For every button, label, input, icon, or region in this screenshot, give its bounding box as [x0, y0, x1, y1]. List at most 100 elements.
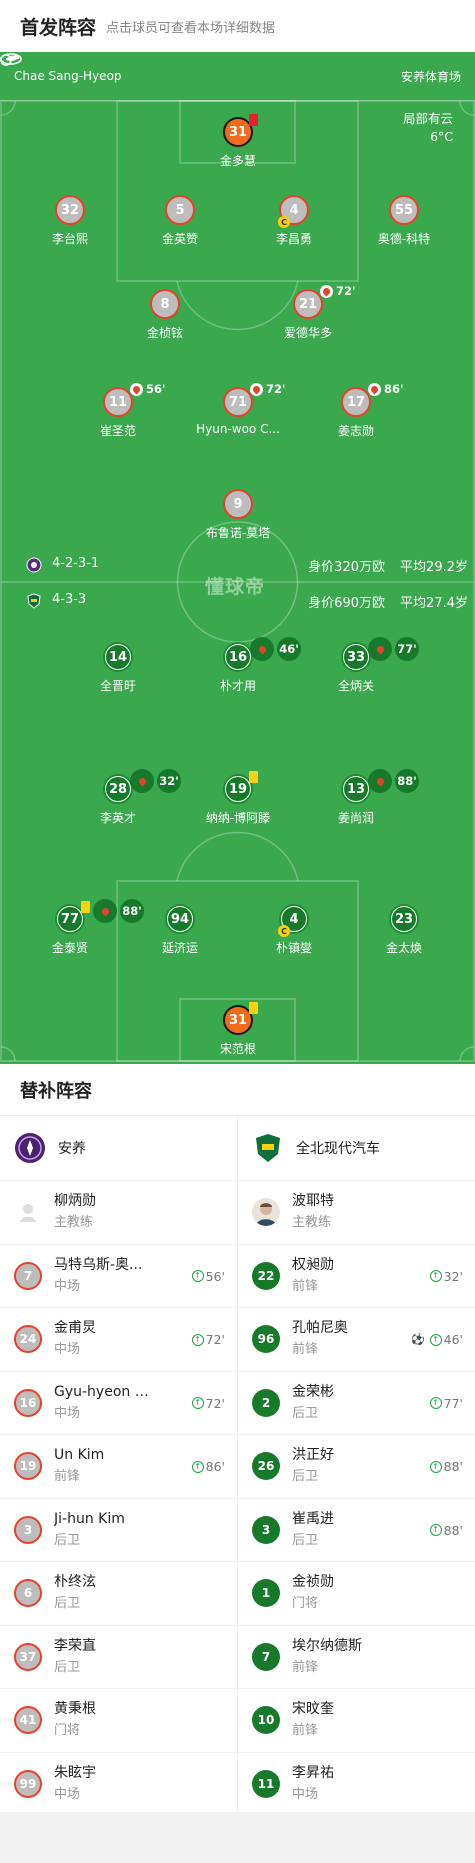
away-sub-row[interactable]: 1 金祯勋 门将	[238, 1561, 475, 1625]
player-number-circle: 17 86'	[341, 382, 404, 417]
player-name: 金英赞	[161, 232, 198, 246]
away-sub-row[interactable]: 7 埃尔纳德斯 前锋	[238, 1624, 475, 1689]
home-sub-row[interactable]: 7 马特乌斯-奥... 中场 ↑ 56'	[0, 1243, 237, 1308]
away-team-logo-icon	[256, 1134, 280, 1162]
away-player[interactable]: 31 宋范根	[183, 1002, 293, 1057]
sub-name: 金甫炅	[54, 1320, 96, 1337]
sub-number-circle: 3	[14, 1515, 42, 1544]
home-sub-row[interactable]: 99 朱眩宇 中场	[0, 1751, 237, 1816]
player-number-circle: 32	[55, 195, 85, 225]
away-player[interactable]: 28 32' 李英才	[63, 769, 181, 826]
player-number-circle: 94	[165, 904, 195, 934]
away-player[interactable]: 94 延济运	[125, 904, 235, 956]
sub-position: 中场	[54, 1342, 81, 1358]
sub-name: Ji-hun Kim	[54, 1510, 125, 1527]
home-sub-row[interactable]: 24 金甫炅 中场 ↑ 72'	[0, 1307, 237, 1371]
player-name: 金桢铉	[146, 326, 183, 340]
sub-out-icon	[250, 637, 274, 661]
home-player[interactable]: 32 李台熙	[15, 195, 125, 247]
away-sub-row[interactable]: 2 金荣彬 后卫 ↑ 77'	[238, 1370, 475, 1435]
away-player[interactable]: 16 46' 朴才用	[183, 637, 301, 694]
home-formation: 4-2-3-1	[52, 556, 100, 571]
home-sub-row[interactable]: 41 黄秉根 门将	[0, 1688, 237, 1752]
weather-info: 局部有云 6°C	[403, 110, 453, 146]
sub-number: 2	[261, 1395, 271, 1410]
sub-in-minute: 32'	[443, 1268, 463, 1284]
away-player[interactable]: 33 77' 全炳关	[301, 637, 419, 694]
player-number: 4	[289, 202, 299, 218]
sub-name: 黄秉根	[54, 1701, 96, 1718]
sub-position: 前锋	[292, 1723, 319, 1739]
player-number: 8	[160, 296, 170, 312]
player-number-circle: 77 88'	[55, 899, 144, 934]
home-sub-row[interactable]: 3 Ji-hun Kim 后卫	[0, 1497, 237, 1562]
away-sub-row[interactable]: 10 宋旼奎 前锋	[238, 1688, 475, 1752]
sub-in-minute: 46'	[443, 1332, 463, 1347]
home-team-logo-icon	[15, 1133, 45, 1163]
away-player[interactable]: 4 C 朴镇燮	[239, 904, 349, 956]
sub-in-minute: 88'	[443, 1522, 463, 1538]
home-player[interactable]: 9 布鲁诺-莫塔	[183, 489, 293, 541]
substitution-marker: 86'	[368, 382, 404, 396]
player-name: 金泰贤	[51, 941, 88, 955]
away-sub-row[interactable]: 11 李昇祐 中场	[238, 1751, 475, 1816]
home-player[interactable]: 4 C 李昌勇	[239, 195, 349, 247]
player-name: 奥德-科特	[377, 232, 431, 246]
weather-text: 局部有云	[402, 111, 453, 126]
sub-number-circle: 41	[14, 1706, 42, 1735]
sub-number: 99	[19, 1776, 37, 1791]
sub-position: 前锋	[54, 1469, 81, 1485]
sub-number: 7	[261, 1649, 271, 1664]
away-sub-row[interactable]: 3 崔禹进 后卫 ↑ 88'	[238, 1497, 475, 1562]
sub-name: 权昶勋	[292, 1256, 334, 1273]
sub-in-arrow-icon: ↑	[191, 1397, 204, 1409]
home-player[interactable]: 21 72' 爱德华多	[253, 284, 363, 341]
home-sub-row[interactable]: 6 朴终泫 后卫	[0, 1561, 237, 1625]
substitutes-title: 替补阵容	[0, 1064, 475, 1116]
referee-name: Chae Sang-Hyeop	[14, 69, 122, 83]
sub-position: 前锋	[292, 1659, 319, 1675]
home-coach-row[interactable]: 柳炳勋 主教练	[0, 1180, 237, 1244]
home-player[interactable]: 11 56' 崔圣范	[63, 382, 173, 439]
home-player[interactable]: 5 金英赞	[125, 195, 235, 247]
away-player[interactable]: 77 88' 金泰贤	[15, 899, 144, 956]
away-player[interactable]: 19 纳纳-博阿滕	[183, 771, 293, 826]
sub-number-circle: 37	[14, 1642, 42, 1671]
home-player[interactable]: 55 奥德-科特	[349, 195, 459, 247]
player-number: 17	[346, 394, 366, 410]
home-player[interactable]: 71 72' Hyun-woo C...	[183, 382, 293, 436]
player-number-circle: 8	[150, 289, 180, 319]
away-player[interactable]: 23 金太焕	[349, 904, 459, 956]
home-player[interactable]: 31 金多慧	[183, 114, 293, 169]
home-sub-row[interactable]: 37 李荣直 后卫	[0, 1624, 237, 1689]
away-coach-row[interactable]: 波耶特 主教练	[238, 1180, 475, 1244]
sub-number: 1	[261, 1586, 271, 1601]
sub-in-time: ↑ 72'	[191, 1396, 225, 1411]
sub-name: 马特乌斯-奥...	[54, 1256, 143, 1273]
away-sub-row[interactable]: 26 洪正好 后卫 ↑ 88'	[238, 1434, 475, 1498]
away-player[interactable]: 14 全晋旴	[63, 642, 173, 694]
sub-in-arrow-icon: ↑	[191, 1460, 204, 1473]
sub-number-circle: 3	[252, 1515, 280, 1544]
player-number: 5	[175, 202, 185, 218]
sub-number: 10	[257, 1713, 275, 1728]
home-team-row: 安养	[0, 1116, 237, 1180]
away-team-info: 4-3-3 身价690万欧 平均27.4岁	[0, 592, 475, 612]
pitch: Chae Sang-Hyeop 安养体育场 局部有云 6°C 懂球帝 4-2-3…	[0, 52, 475, 1064]
home-player[interactable]: 17 86' 姜志勋	[301, 382, 411, 439]
away-player[interactable]: 13 88' 姜尚润	[301, 769, 419, 826]
home-sub-row[interactable]: 16 Gyu-hyeon C... 中场 ↑ 72'	[0, 1370, 237, 1435]
substitution-minute: 72'	[336, 284, 356, 298]
substitution-minute: 56'	[146, 382, 166, 396]
sub-in-arrow-icon: ↑	[191, 1333, 204, 1346]
home-team-info: 4-2-3-1 身价320万欧 平均29.2岁	[0, 556, 475, 576]
player-name: 朴镇燮	[275, 941, 312, 955]
player-number-circle: 5	[165, 195, 195, 225]
home-player[interactable]: 8 金桢铉	[110, 289, 220, 341]
player-number: 28	[106, 777, 130, 801]
home-sub-row[interactable]: 19 Un Kim 前锋 ↑ 86'	[0, 1434, 237, 1498]
sub-name: 朴终泫	[54, 1574, 96, 1591]
away-sub-row[interactable]: 96 孔帕尼奥 前锋 ⚽ ↑ 46'	[238, 1307, 475, 1371]
sub-in-arrow-icon: ↑	[429, 1397, 442, 1409]
away-sub-row[interactable]: 22 权昶勋 前锋 ↑ 32'	[238, 1243, 475, 1308]
